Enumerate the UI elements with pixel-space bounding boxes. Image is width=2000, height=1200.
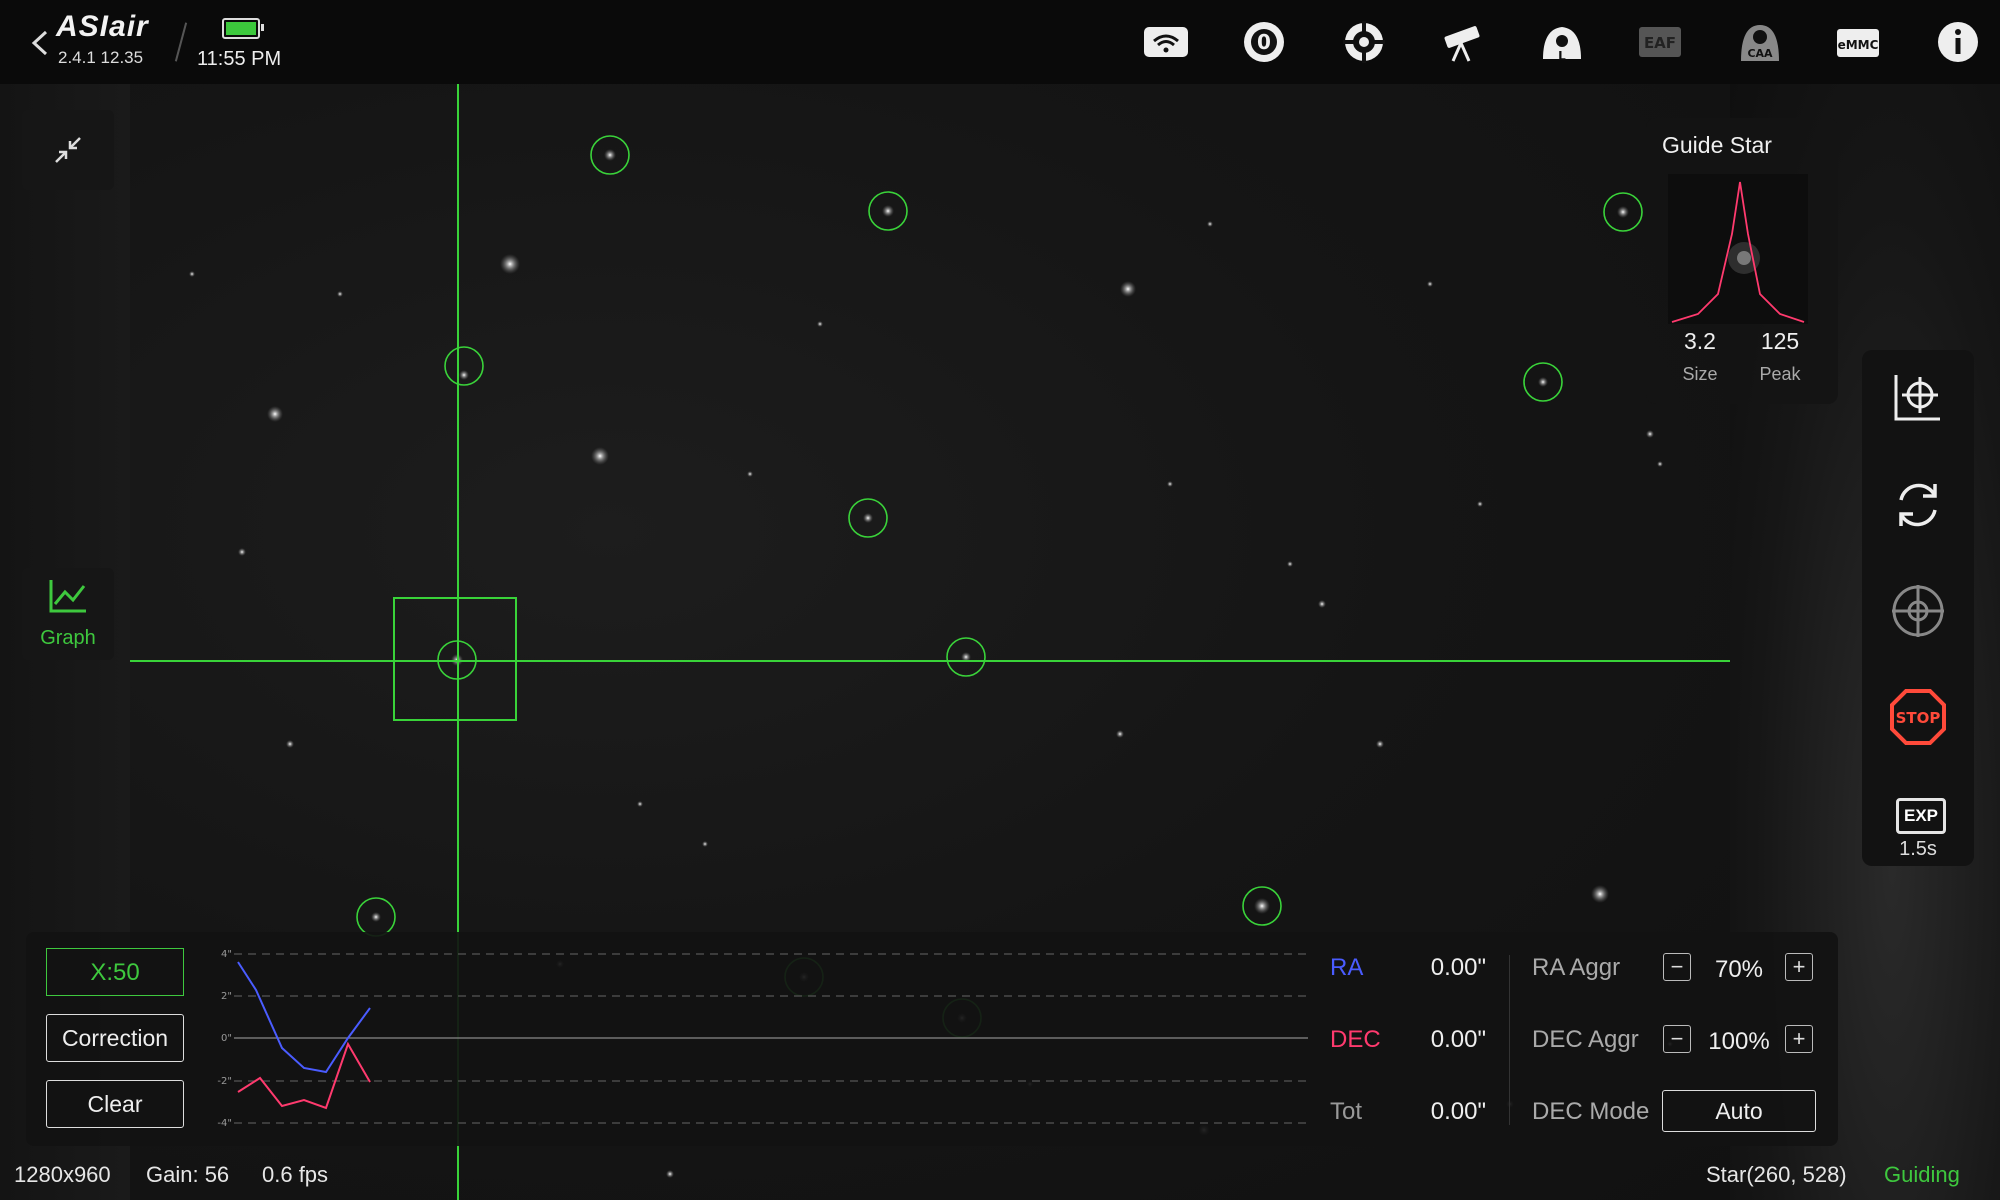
crosshair-horizontal bbox=[130, 660, 1730, 662]
app-version: 2.4.1 12.35 bbox=[58, 48, 144, 67]
svg-text:EAF: EAF bbox=[1644, 34, 1676, 52]
size-value: 3.2 bbox=[1684, 328, 1716, 354]
tot-label: Tot bbox=[1330, 1098, 1363, 1125]
svg-text:0: 0 bbox=[1257, 30, 1271, 54]
svg-text:L: L bbox=[1558, 49, 1566, 63]
peak-label: Peak bbox=[1759, 364, 1801, 384]
ra-aggr-label: RA Aggr bbox=[1532, 954, 1621, 981]
ra-aggr-decrease-button[interactable]: − bbox=[1663, 953, 1691, 981]
stop-button[interactable]: STOP bbox=[1862, 672, 1974, 762]
calibrate-crosshair-icon bbox=[1894, 375, 1940, 421]
top-bar: ASIair 2.4.1 12.35 11:55 PM 0 L EAF CAA … bbox=[0, 0, 2000, 84]
collapse-button[interactable] bbox=[22, 110, 114, 190]
back-chevron-icon[interactable] bbox=[28, 26, 52, 60]
graph-label: Graph bbox=[40, 627, 96, 649]
guide-camera-icon[interactable]: L bbox=[1538, 18, 1586, 66]
dec-series-line bbox=[237, 1041, 371, 1110]
y-tick-neg2: -2" bbox=[217, 1076, 232, 1087]
y-tick-2: 2" bbox=[221, 991, 232, 1002]
guiding-status: Guiding bbox=[1884, 1162, 1960, 1187]
svg-text:STOP: STOP bbox=[1896, 709, 1941, 727]
star-profile-graph bbox=[1668, 174, 1808, 324]
x-scale-button[interactable]: X:50 bbox=[46, 948, 184, 996]
guide-star-panel: Guide Star 3.2 125 Size Peak bbox=[1646, 118, 1838, 404]
loop-exposure-button[interactable] bbox=[1862, 460, 1974, 550]
guide-star-box[interactable] bbox=[393, 597, 517, 721]
wifi-icon[interactable] bbox=[1142, 18, 1190, 66]
stop-sign-icon: STOP bbox=[1890, 689, 1946, 745]
divider bbox=[174, 22, 188, 62]
tot-value: 0.00" bbox=[1430, 1098, 1486, 1125]
dec-mode-label: DEC Mode bbox=[1532, 1098, 1650, 1125]
y-tick-4: 4" bbox=[221, 949, 232, 960]
ra-value: 0.00" bbox=[1430, 954, 1486, 981]
gain-text: Gain: 56 bbox=[146, 1162, 230, 1187]
star-position-text: Star(260, 528) bbox=[1706, 1162, 1847, 1187]
line-graph-icon bbox=[49, 580, 86, 613]
dec-aggr-label: DEC Aggr bbox=[1532, 1026, 1639, 1053]
guide-star-title: Guide Star bbox=[1662, 132, 1772, 158]
dec-value: 0.00" bbox=[1430, 1026, 1486, 1053]
guide-error-graph: 4" 2" 0" -2" -4" bbox=[217, 949, 1308, 1129]
ra-label: RA bbox=[1330, 954, 1364, 981]
telescope-icon[interactable] bbox=[1438, 18, 1486, 66]
dec-aggr-increase-button[interactable]: + bbox=[1785, 1025, 1813, 1053]
refresh-loop-icon bbox=[1899, 483, 1937, 527]
exposure-value: 1.5s bbox=[1899, 838, 1937, 860]
dec-label: DEC bbox=[1330, 1026, 1381, 1053]
exposure-button[interactable]: EXP bbox=[1896, 798, 1946, 834]
svg-text:eMMC: eMMC bbox=[1838, 38, 1879, 52]
app-logo: ASIair bbox=[56, 10, 149, 43]
caa-icon[interactable]: CAA bbox=[1736, 18, 1784, 66]
ra-aggr-increase-button[interactable]: + bbox=[1785, 953, 1813, 981]
graph-button[interactable]: Graph bbox=[22, 568, 114, 660]
resolution-text: 1280x960 bbox=[14, 1162, 111, 1187]
info-icon[interactable] bbox=[1934, 18, 1982, 66]
clock-time: 11:55 PM bbox=[197, 48, 282, 70]
right-toolbar: STOP EXP 1.5s bbox=[1862, 350, 1974, 866]
size-label: Size bbox=[1682, 364, 1718, 384]
svg-text:CAA: CAA bbox=[1747, 47, 1773, 60]
correction-button[interactable]: Correction bbox=[46, 1014, 184, 1062]
dec-aggr-decrease-button[interactable]: − bbox=[1663, 1025, 1691, 1053]
ra-series-line bbox=[237, 961, 371, 1074]
clear-button[interactable]: Clear bbox=[46, 1080, 184, 1128]
y-tick-neg4: -4" bbox=[217, 1118, 232, 1129]
panel-divider bbox=[1509, 955, 1510, 1125]
target-crosshair-icon bbox=[1892, 585, 1944, 637]
dec-aggr-value: 100% bbox=[1708, 1028, 1770, 1055]
dec-mode-select[interactable]: Auto bbox=[1662, 1090, 1816, 1132]
eaf-icon[interactable]: EAF bbox=[1636, 18, 1684, 66]
guide-target-button[interactable] bbox=[1862, 566, 1974, 656]
emmc-icon[interactable]: eMMC bbox=[1834, 18, 1882, 66]
filter-wheel-icon[interactable]: 0 bbox=[1240, 18, 1288, 66]
collapse-arrows-icon bbox=[55, 137, 81, 163]
mount-target-icon[interactable] bbox=[1340, 18, 1388, 66]
calibrate-button[interactable] bbox=[1862, 352, 1974, 442]
ra-aggr-value: 70% bbox=[1714, 956, 1764, 983]
fps-text: 0.6 fps bbox=[262, 1162, 329, 1187]
battery-icon bbox=[222, 18, 264, 39]
y-tick-0: 0" bbox=[221, 1033, 232, 1044]
peak-value: 125 bbox=[1760, 328, 1800, 354]
